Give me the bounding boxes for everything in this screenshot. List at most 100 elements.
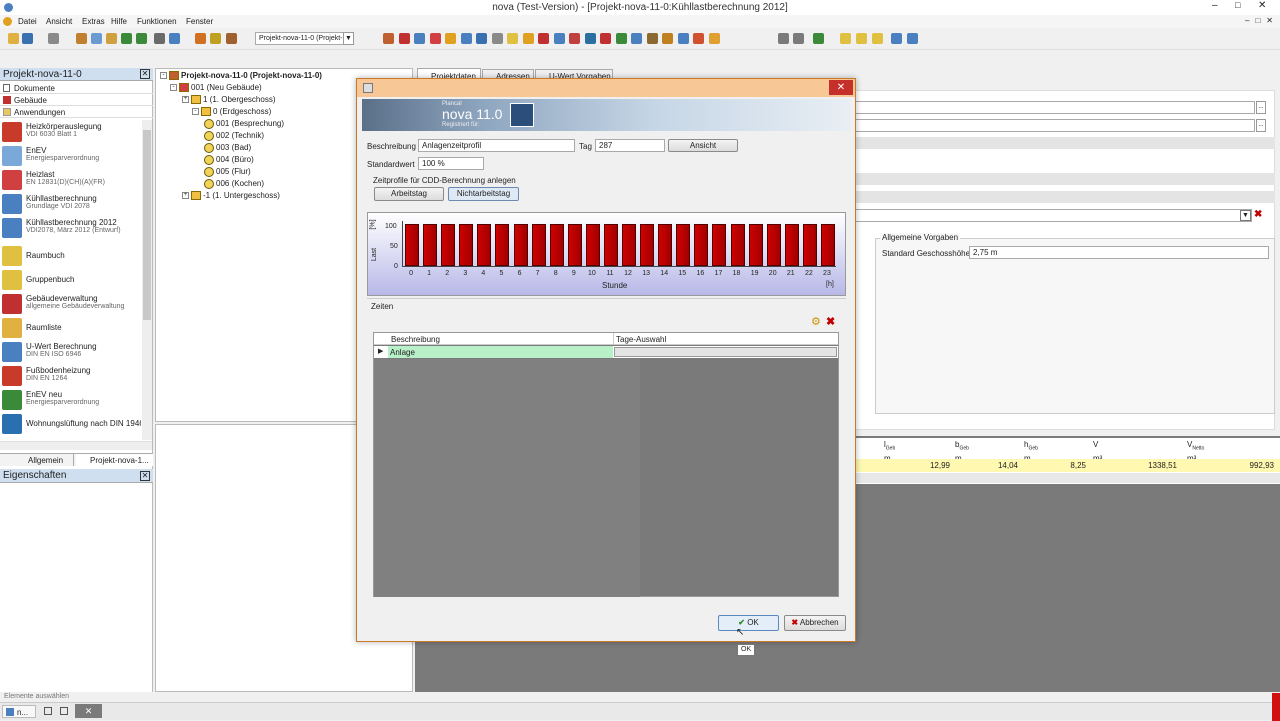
tree-item[interactable]: 002 (Technik) <box>204 130 264 141</box>
print-icon[interactable] <box>48 33 59 44</box>
chart-bar[interactable] <box>549 224 564 266</box>
chart-bar[interactable] <box>622 224 637 266</box>
cancel-button[interactable]: ✖ Abbrechen <box>784 615 846 631</box>
extra-icon-6[interactable] <box>872 33 883 44</box>
tree-item[interactable]: 001 (Besprechung) <box>204 118 284 129</box>
chart-bar[interactable] <box>820 224 835 266</box>
taskbar-close-button[interactable]: ✕ <box>75 704 102 718</box>
expander-icon[interactable]: - <box>160 72 167 80</box>
tree-item[interactable]: +1 (1. Obergeschoss) <box>182 94 275 105</box>
tool-icon-21[interactable] <box>693 33 704 44</box>
tool-icon-17[interactable] <box>631 33 642 44</box>
expander-icon[interactable]: + <box>182 192 189 200</box>
form-dropdown[interactable] <box>855 209 1252 222</box>
tool-icon-3[interactable] <box>414 33 425 44</box>
extra-icon-5[interactable] <box>856 33 867 44</box>
menu-hilfe[interactable]: Hilfe <box>111 17 127 26</box>
tool-icon-15[interactable] <box>600 33 611 44</box>
app-item[interactable]: EnEV neu Energiesparverordnung <box>0 388 141 412</box>
tool-icon-8[interactable] <box>491 33 503 44</box>
extra-icon-8[interactable] <box>907 33 918 44</box>
section-gebaeude[interactable]: Gebäude <box>0 94 153 106</box>
section-anwendungen[interactable]: Anwendungen <box>0 106 153 118</box>
tool-icon-22[interactable] <box>708 33 720 44</box>
tool-icon-1[interactable] <box>383 33 394 44</box>
app-item[interactable]: Heizkörperauslegung VDI 6030 Blatt 1 <box>0 120 141 144</box>
expander-icon[interactable]: + <box>182 96 189 104</box>
chart-bar[interactable] <box>603 224 618 266</box>
app-list-hscroll[interactable] <box>0 441 152 450</box>
tool-icon-20[interactable] <box>677 33 689 44</box>
chart-bar[interactable] <box>441 224 456 266</box>
grid-row[interactable]: ▶ Anlage <box>374 346 838 358</box>
find-icon[interactable] <box>154 33 165 44</box>
chart-bar[interactable] <box>477 224 492 266</box>
open-icon[interactable] <box>8 33 19 44</box>
mdi-controls[interactable]: –□✕ <box>1245 16 1279 25</box>
tree-item[interactable]: - 0 (Erdgeschoss) <box>192 106 271 117</box>
tool-icon-19[interactable] <box>662 33 673 44</box>
menu-datei[interactable]: Datei <box>18 17 37 26</box>
chart-bar[interactable] <box>676 224 691 266</box>
left-panel-close-icon[interactable]: ✕ <box>140 69 150 79</box>
minimize-button[interactable]: – <box>1212 0 1218 11</box>
app-item[interactable]: Raumliste <box>0 316 141 340</box>
maximize-button[interactable]: □ <box>1235 0 1240 10</box>
form-field-1[interactable] <box>855 101 1255 114</box>
chart-bar[interactable] <box>802 224 817 266</box>
chart-bar[interactable] <box>405 224 420 266</box>
chart-bar[interactable] <box>513 224 528 266</box>
cut-icon[interactable] <box>76 33 87 44</box>
form-field-2[interactable] <box>855 119 1255 132</box>
app-item[interactable]: Gebäudeverwaltung allgemeine Gebäudeverwa… <box>0 292 141 316</box>
build-icon[interactable] <box>195 33 206 44</box>
form-field-2-btn[interactable]: ... <box>1256 119 1266 132</box>
app-item[interactable]: U-Wert Berechnung DIN EN ISO 6946 <box>0 340 141 364</box>
ok-button[interactable]: ✔ OK <box>718 615 779 631</box>
chart-bar[interactable] <box>567 224 582 266</box>
form-field-1-btn[interactable]: ... <box>1256 101 1266 114</box>
add-icon[interactable]: ⚙ <box>811 315 821 328</box>
tool-icon-2[interactable] <box>398 33 410 44</box>
app-item[interactable]: Heizlast EN 12831(D)(CH)(A)(FR) <box>0 168 141 192</box>
tree-item[interactable]: 003 (Bad) <box>204 142 251 153</box>
grid-row-tage[interactable] <box>614 347 837 357</box>
prop-icon[interactable] <box>226 33 237 44</box>
tree-item[interactable]: 005 (Flur) <box>204 166 251 177</box>
menu-fenster[interactable]: Fenster <box>186 17 213 26</box>
chart-bar[interactable] <box>766 224 781 266</box>
beschreibung-input[interactable]: Anlagenzeitprofil <box>418 139 575 152</box>
chart-bar[interactable] <box>694 224 709 266</box>
tool-icon-9[interactable] <box>507 33 518 44</box>
tool-icon-12[interactable] <box>553 33 565 44</box>
grid-row-beschreibung[interactable]: Anlage <box>388 346 613 358</box>
close-button[interactable]: ✕ <box>1258 0 1266 11</box>
project-select[interactable]: Projekt-nova-11-0 (Projekt-n <box>255 32 345 45</box>
tool-icon-4[interactable] <box>429 33 441 44</box>
chart-bar[interactable] <box>585 224 600 266</box>
chart-bar[interactable] <box>423 224 438 266</box>
app-item[interactable]: Kühllastberechnung 2012 VDI2078, März 201… <box>0 216 141 240</box>
copy-icon[interactable] <box>91 33 102 44</box>
form-delete-icon[interactable]: ✖ <box>1254 210 1262 220</box>
tool-icon-13[interactable] <box>569 33 580 44</box>
tree-item[interactable]: 004 (Büro) <box>204 154 254 165</box>
chart-bar[interactable] <box>658 224 673 266</box>
app-item[interactable]: EnEV Energiesparverordnung <box>0 144 141 168</box>
tool-icon[interactable] <box>210 33 221 44</box>
view-icon[interactable] <box>169 33 180 44</box>
arbeitstag-button[interactable]: Arbeitstag <box>374 187 444 201</box>
tool-icon-11[interactable] <box>538 33 549 44</box>
chart-bar[interactable] <box>495 224 510 266</box>
app-item[interactable]: Kühllastberechnung Grundlage VDI 2078 <box>0 192 141 216</box>
tool-icon-16[interactable] <box>615 33 627 44</box>
tree-item[interactable]: + -1 (1. Untergeschoss) <box>182 190 280 201</box>
app-item[interactable]: Fußbodenheizung DIN EN 1264 <box>0 364 141 388</box>
app-item[interactable]: Gruppenbuch <box>0 268 141 292</box>
tool-icon-14[interactable] <box>584 33 596 44</box>
dialog-close-button[interactable]: ✕ <box>829 80 853 95</box>
geschoss-field[interactable]: 2,75 m <box>969 246 1269 259</box>
tree-item[interactable]: - Projekt-nova-11-0 (Projekt-nova-11-0) <box>160 70 322 81</box>
tool-icon-10[interactable] <box>522 33 534 44</box>
app-item[interactable]: Wohnungslüftung nach DIN 1946 <box>0 412 141 436</box>
